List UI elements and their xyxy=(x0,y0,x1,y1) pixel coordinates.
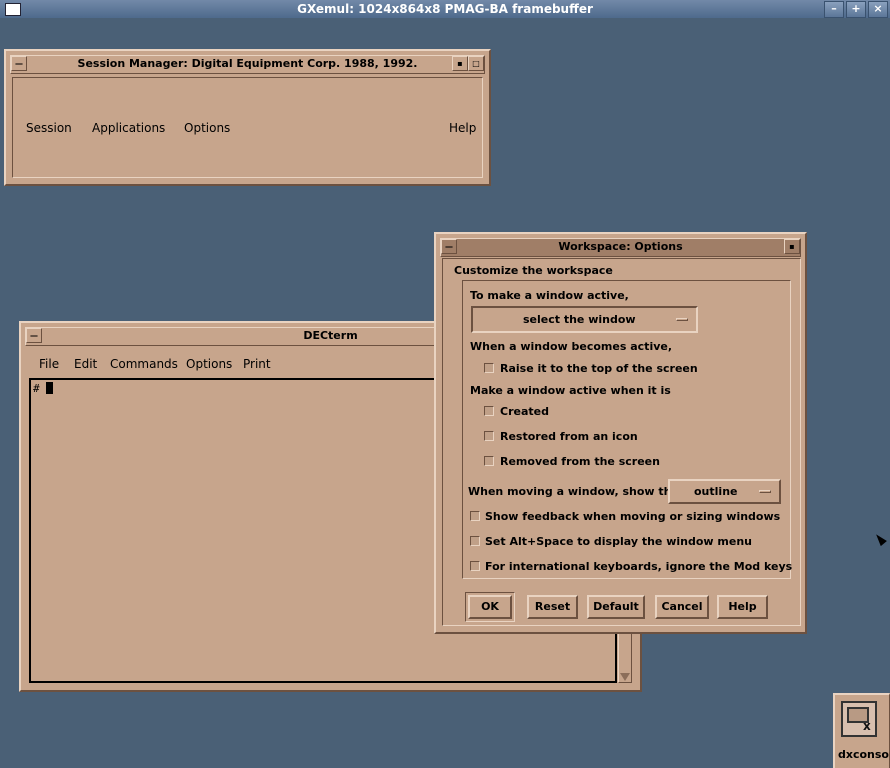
menu-print-label: Print xyxy=(243,357,271,371)
menu-options-label: Options xyxy=(186,357,233,371)
restored-label: Restored from an icon xyxy=(500,430,638,443)
altspace-label: Set Alt+Space to display the window menu xyxy=(485,535,752,548)
host-titlebar: GXemul: 1024x864x8 PMAG-BA framebuffer –… xyxy=(0,0,890,18)
raise-label: Raise it to the top of the screen xyxy=(500,362,698,375)
host-title: GXemul: 1024x864x8 PMAG-BA framebuffer xyxy=(297,2,593,16)
menu-options[interactable]: Options xyxy=(184,121,230,135)
customize-heading: Customize the workspace xyxy=(454,264,613,277)
session-manager-title: Session Manager: Digital Equipment Corp.… xyxy=(77,57,418,70)
removed-checkbox[interactable] xyxy=(484,456,494,466)
dxconsole-icon[interactable]: x dxconso xyxy=(833,693,890,768)
dxconsole-icon-label: dxconso xyxy=(838,748,889,761)
menu-options[interactable]: Options xyxy=(186,357,232,371)
make-active-label: To make a window active, xyxy=(470,289,629,302)
session-manager-menubar: Session Applications Options Help xyxy=(12,77,483,178)
menu-file-label: File xyxy=(39,357,60,371)
scroll-down-icon[interactable] xyxy=(620,673,630,681)
ok-button[interactable]: OK xyxy=(468,595,512,619)
menu-session[interactable]: Session xyxy=(26,121,72,135)
close-button[interactable]: × xyxy=(868,1,888,18)
decterm-title: DECterm xyxy=(303,329,358,342)
menu-applications[interactable]: Applications xyxy=(92,121,165,135)
workspace-options-titlebar[interactable]: — Workspace: Options ▪ xyxy=(440,238,801,257)
moving-label: When moving a window, show the xyxy=(468,485,679,498)
intl-checkbox[interactable] xyxy=(470,561,480,571)
moving-select[interactable]: outline xyxy=(668,479,781,504)
maximize-button[interactable]: + xyxy=(846,1,866,18)
window-menu-button[interactable]: — xyxy=(26,328,42,343)
minimize-button[interactable]: ▪ xyxy=(784,239,800,254)
mouse-pointer-icon xyxy=(873,531,887,547)
menu-file[interactable]: File xyxy=(39,357,59,371)
created-checkbox[interactable] xyxy=(484,406,494,416)
dialog-frame: Customize the workspace To make a window… xyxy=(442,258,801,626)
vertical-scrollbar[interactable] xyxy=(618,628,632,683)
maximize-button[interactable]: □ xyxy=(468,56,484,71)
menu-applications-label: Applications xyxy=(92,121,166,135)
window-icon xyxy=(5,3,21,16)
default-button[interactable]: Default xyxy=(587,595,645,619)
reset-button[interactable]: Reset xyxy=(527,595,578,619)
activation-select[interactable]: select the window xyxy=(471,306,698,333)
altspace-checkbox[interactable] xyxy=(470,536,480,546)
window-menu-button[interactable]: — xyxy=(11,56,27,71)
options-group: To make a window active, select the wind… xyxy=(462,280,793,579)
session-manager-window: — Session Manager: Digital Equipment Cor… xyxy=(4,49,491,186)
terminal-prompt: # xyxy=(33,382,40,395)
menu-commands-label: Commands xyxy=(110,357,178,371)
feedback-checkbox[interactable] xyxy=(470,511,480,521)
menu-commands[interactable]: Commands xyxy=(110,357,178,371)
raise-checkbox[interactable] xyxy=(484,363,494,373)
minimize-button[interactable]: ▪ xyxy=(452,56,468,71)
menu-edit-label: Edit xyxy=(74,357,98,371)
terminal-cursor xyxy=(46,382,53,394)
console-icon: x xyxy=(841,701,877,737)
menu-help[interactable]: Help xyxy=(449,121,476,135)
created-label: Created xyxy=(500,405,549,418)
window-menu-button[interactable]: — xyxy=(441,239,457,254)
menu-help-label: Help xyxy=(449,121,477,135)
activation-select-value: select the window xyxy=(523,313,636,326)
option-menu-icon xyxy=(759,490,771,493)
removed-label: Removed from the screen xyxy=(500,455,660,468)
menu-edit[interactable]: Edit xyxy=(74,357,97,371)
feedback-label: Show feedback when moving or sizing wind… xyxy=(485,510,781,523)
cancel-button[interactable]: Cancel xyxy=(655,595,709,619)
session-manager-titlebar[interactable]: — Session Manager: Digital Equipment Cor… xyxy=(10,55,485,74)
workspace-options-window: — Workspace: Options ▪ Customize the wor… xyxy=(434,232,807,634)
intl-label: For international keyboards, ignore the … xyxy=(485,560,793,573)
moving-select-value: outline xyxy=(694,485,738,498)
workspace-options-title: Workspace: Options xyxy=(558,240,683,253)
active-when-label: Make a window active when it is xyxy=(470,384,671,397)
option-menu-icon xyxy=(676,318,688,321)
menu-print[interactable]: Print xyxy=(243,357,271,371)
minimize-button[interactable]: – xyxy=(824,1,844,18)
help-button[interactable]: Help xyxy=(717,595,768,619)
menu-session-label: Session xyxy=(26,121,72,135)
becomes-active-label: When a window becomes active, xyxy=(470,340,673,353)
restored-checkbox[interactable] xyxy=(484,431,494,441)
menu-options-label: Options xyxy=(184,121,231,135)
